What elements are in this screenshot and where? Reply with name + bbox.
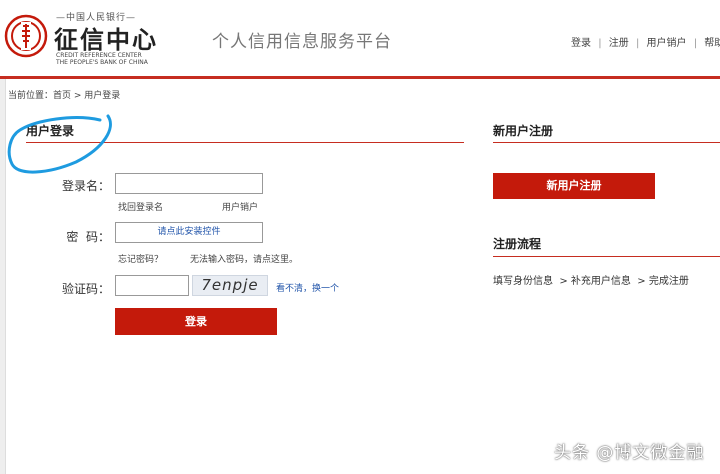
breadcrumb: 当前位置：首页 > 用户登录 [8,91,121,101]
captcha-image[interactable]: 7enpje [192,275,268,296]
forgot-password-link[interactable]: 忘记密码？ [118,252,163,265]
nav-help-link[interactable]: 帮助中心 [704,38,720,49]
password-label: 密 码： [66,230,110,244]
logo-english-line2: THE PEOPLE'S BANK OF CHINA [56,59,148,66]
platform-title: 个人信用信息服务平台 [212,32,392,52]
hand-drawn-circle-annotation [7,114,112,174]
nav-separator: | [635,38,640,49]
nav-separator: | [598,38,602,49]
nav-cancel-account-link[interactable]: 用户销户 [647,38,687,49]
captcha-label: 验证码： [61,282,110,296]
find-username-link[interactable]: 找回登录名 [118,200,163,213]
header-divider [0,76,720,79]
credit-center-logo[interactable]: —中国人民银行— 征信中心 CREDIT REFERENCE CENTER TH… [4,8,164,66]
register-flow-steps: 填写身份信息 > 补充用户信息 > 完成注册 [493,276,689,287]
captcha-refresh-link[interactable]: 看不清，换一个 [276,281,339,294]
captcha-input[interactable] [115,275,189,296]
username-label: 登录名： [61,179,110,193]
logo-english: CREDIT REFERENCE CENTER THE PEOPLE'S BAN… [56,52,148,66]
login-button[interactable]: 登录 [115,308,277,335]
register-flow-divider [493,256,720,257]
bank-seal-logo-icon [4,14,48,58]
register-section-title: 新用户注册 [493,124,554,138]
nav-separator: | [693,38,698,49]
new-user-register-button[interactable]: 新用户注册 [493,173,655,199]
site-header: —中国人民银行— 征信中心 CREDIT REFERENCE CENTER TH… [0,0,720,76]
username-input[interactable] [115,173,263,194]
top-nav: 登录 | 注册 | 用户销户 | 帮助中心 [571,34,720,49]
cannot-input-password-link[interactable]: 无法输入密码，请点这里。 [190,252,298,265]
nav-register-link[interactable]: 注册 [609,38,629,49]
install-security-control-field[interactable]: 请点此安装控件 [115,222,263,243]
logo-english-line1: CREDIT REFERENCE CENTER [56,52,142,59]
register-flow-title: 注册流程 [493,237,542,251]
logo-title: 征信中心 [54,26,158,54]
nav-login-link[interactable]: 登录 [571,38,591,49]
watermark: 头条 @博文微金融 [554,443,705,463]
cancel-account-link[interactable]: 用户销户 [222,200,258,213]
register-section-divider [493,142,720,143]
